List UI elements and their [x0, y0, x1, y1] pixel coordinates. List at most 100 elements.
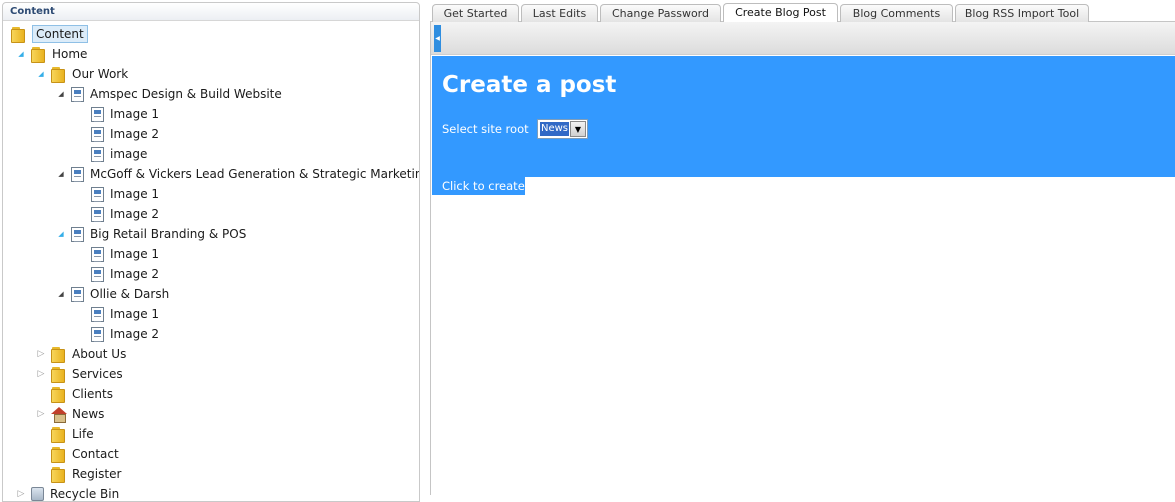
tree-node-image[interactable]: Image 1: [91, 184, 159, 204]
collapsed-triangle-icon[interactable]: ▷: [35, 364, 47, 384]
folder-icon: [51, 367, 67, 383]
click-to-create-link[interactable]: Click to create: [432, 177, 525, 195]
tree-node-amspec[interactable]: ◢ Amspec Design & Build Website: [55, 84, 282, 104]
tree-node-label: Home: [52, 47, 88, 61]
expanded-triangle-icon[interactable]: ◢: [35, 64, 47, 84]
expanded-triangle-icon[interactable]: ◢: [55, 284, 67, 304]
document-icon: [91, 246, 104, 262]
tree-node-label: Life: [72, 427, 94, 441]
folder-icon: [31, 47, 47, 63]
site-root-selected-value: News: [540, 122, 570, 136]
document-icon: [91, 126, 104, 142]
page-title: Create a post: [442, 72, 617, 98]
tree-node-ollie-darsh[interactable]: ◢ Ollie & Darsh: [55, 284, 169, 304]
tree-node-mcgoff[interactable]: ◢ McGoff & Vickers Lead Generation & Str…: [55, 164, 420, 184]
tree-node-image[interactable]: Image 2: [91, 324, 159, 344]
tree-node-label: Image 1: [110, 247, 160, 261]
recycle-bin-icon: [31, 487, 44, 501]
document-icon: [71, 286, 84, 302]
collapse-panel-icon[interactable]: ◀: [434, 25, 441, 52]
tree-node-contact[interactable]: Contact: [51, 444, 119, 464]
tree-node-label: Image 1: [110, 187, 160, 201]
home-icon: [51, 407, 67, 423]
document-icon: [71, 226, 84, 242]
tree-node-recycle-bin[interactable]: ▷ Recycle Bin: [15, 484, 120, 501]
tree-node-label: McGoff & Vickers Lead Generation & Strat…: [90, 167, 420, 181]
create-post-area: Create a post Select site root News ▼: [432, 56, 1175, 177]
document-icon: [91, 106, 104, 122]
document-icon: [91, 186, 104, 202]
tab-blog-rss-import-tool[interactable]: Blog RSS Import Tool: [955, 4, 1089, 23]
tree-node-label: Content: [32, 25, 88, 43]
tree-node-label: Register: [72, 467, 122, 481]
tree-node-label: Amspec Design & Build Website: [90, 87, 282, 101]
tree-node-news[interactable]: ▷ News: [35, 404, 104, 424]
tree-node-label: Our Work: [72, 67, 129, 81]
toolbar: ◀: [431, 22, 1175, 55]
tree-node-big-retail[interactable]: ◢ Big Retail Branding & POS: [55, 224, 246, 244]
tree-panel-header: Content: [3, 3, 419, 21]
tree-node-label: Recycle Bin: [50, 487, 120, 501]
tree-node-image[interactable]: image: [91, 144, 147, 164]
tree-node-label: Image 2: [110, 267, 160, 281]
tree-node-label: Image 2: [110, 327, 160, 341]
site-root-select[interactable]: News ▼: [537, 119, 588, 139]
tree-node-label: image: [110, 147, 148, 161]
tree-node-image[interactable]: Image 1: [91, 104, 159, 124]
chevron-down-icon[interactable]: ▼: [570, 121, 586, 137]
collapsed-triangle-icon[interactable]: ▷: [35, 404, 47, 424]
tree-node-register[interactable]: Register: [51, 464, 121, 484]
document-icon: [71, 86, 84, 102]
tab-create-blog-post[interactable]: Create Blog Post: [723, 3, 838, 23]
tree-node-image[interactable]: Image 1: [91, 304, 159, 324]
dashboard-tabs: Get Started Last Edits Change Password C…: [430, 3, 1175, 23]
site-root-label: Select site root: [442, 122, 529, 136]
tree-node-label: Image 2: [110, 127, 160, 141]
tree-node-image[interactable]: Image 1: [91, 244, 159, 264]
tree-node-label: Image 1: [110, 307, 160, 321]
folder-icon: [51, 347, 67, 363]
tree-node-label: About Us: [72, 347, 127, 361]
tree-node-about-us[interactable]: ▷ About Us: [35, 344, 126, 364]
folder-icon: [51, 387, 67, 403]
expanded-triangle-icon[interactable]: ◢: [15, 44, 27, 64]
tab-last-edits[interactable]: Last Edits: [521, 4, 598, 23]
expanded-triangle-icon[interactable]: ◢: [55, 224, 67, 244]
tree-node-image[interactable]: Image 2: [91, 264, 159, 284]
expanded-triangle-icon[interactable]: ◢: [55, 84, 67, 104]
tree-node-label: Ollie & Darsh: [90, 287, 170, 301]
document-icon: [91, 146, 104, 162]
tree-node-label: Clients: [72, 387, 113, 401]
tree-node-home[interactable]: ◢ Home: [15, 44, 87, 64]
tab-content-panel: ◀ Create a post Select site root News ▼ …: [430, 22, 1175, 495]
tree-node-label: Image 1: [110, 107, 160, 121]
collapsed-triangle-icon[interactable]: ▷: [35, 344, 47, 364]
folder-icon: [51, 427, 67, 443]
tab-blog-comments[interactable]: Blog Comments: [840, 4, 953, 23]
tab-change-password[interactable]: Change Password: [600, 4, 721, 23]
content-tree-panel: Content Content ◢ Home ◢ Our Work ◢ Amsp…: [2, 2, 420, 502]
document-icon: [91, 206, 104, 222]
folder-icon: [11, 27, 27, 43]
document-icon: [91, 326, 104, 342]
tree-node-image[interactable]: Image 2: [91, 204, 159, 224]
tree-node-label: Image 2: [110, 207, 160, 221]
tree-node-our-work[interactable]: ◢ Our Work: [35, 64, 128, 84]
tree-node-content[interactable]: Content: [11, 24, 88, 44]
tab-get-started[interactable]: Get Started: [432, 4, 519, 23]
tree-node-label: News: [72, 407, 105, 421]
tree-node-image[interactable]: Image 2: [91, 124, 159, 144]
expanded-triangle-icon[interactable]: ◢: [55, 164, 67, 184]
tree-node-label: Big Retail Branding & POS: [90, 227, 247, 241]
tree-node-label: Services: [72, 367, 123, 381]
tree-node-services[interactable]: ▷ Services: [35, 364, 123, 384]
tree-node-clients[interactable]: Clients: [51, 384, 113, 404]
document-icon: [91, 306, 104, 322]
folder-icon: [51, 467, 67, 483]
document-icon: [91, 266, 104, 282]
folder-icon: [51, 67, 67, 83]
folder-icon: [51, 447, 67, 463]
collapsed-triangle-icon[interactable]: ▷: [15, 484, 27, 501]
document-icon: [71, 166, 84, 182]
tree-node-life[interactable]: Life: [51, 424, 94, 444]
